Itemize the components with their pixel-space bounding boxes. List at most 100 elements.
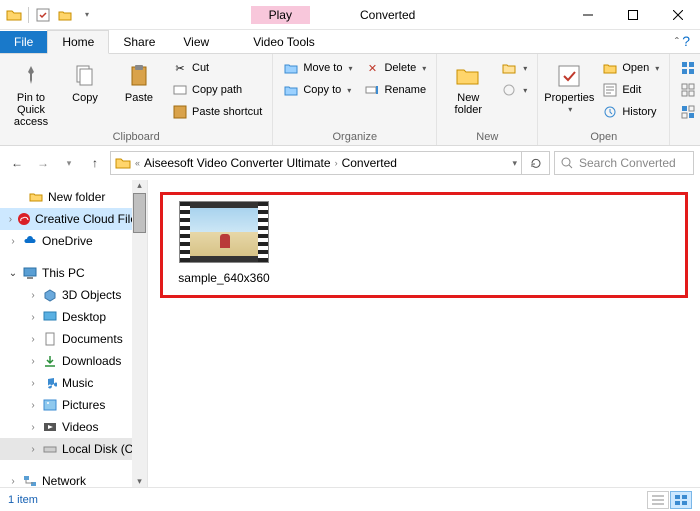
pin-icon: [17, 62, 45, 90]
properties-icon: [555, 62, 583, 90]
tree-item[interactable]: ›Music: [0, 372, 147, 394]
details-view-button[interactable]: [647, 491, 669, 509]
tree-item[interactable]: ›Pictures: [0, 394, 147, 416]
invert-selection-button[interactable]: Invert selection: [676, 102, 700, 122]
ribbon-tabs: File Home Share View Video Tools ˆ ?: [0, 30, 700, 54]
tree-item-network[interactable]: ›Network: [0, 470, 147, 487]
status-text: 1 item: [8, 494, 38, 506]
invert-icon: [680, 104, 696, 120]
desktop-icon: [42, 309, 58, 325]
nav-scrollbar[interactable]: ▴ ▾: [132, 180, 147, 487]
qat-dropdown-icon[interactable]: ▾: [79, 7, 95, 23]
open-icon: [602, 60, 618, 76]
tree-item-this-pc[interactable]: ⌄This PC: [0, 262, 147, 284]
breadcrumb[interactable]: « Aiseesoft Video Converter Ultimate› Co…: [110, 151, 522, 175]
search-input[interactable]: Search Converted: [554, 151, 694, 175]
tab-video-tools[interactable]: Video Tools: [239, 31, 329, 53]
new-item-icon: [501, 60, 517, 76]
copy-path-icon: [172, 82, 188, 98]
content-pane[interactable]: sample_640x360: [148, 180, 700, 487]
edit-button[interactable]: Edit: [598, 80, 663, 100]
drive-icon: [42, 441, 58, 457]
tab-share[interactable]: Share: [109, 31, 169, 53]
new-item-button[interactable]: ▾: [497, 58, 531, 78]
new-folder-button[interactable]: New folder: [443, 58, 493, 116]
pin-to-quick-access-button[interactable]: Pin to Quick access: [6, 58, 56, 128]
select-none-icon: [680, 82, 696, 98]
thumbnails-view-button[interactable]: [670, 491, 692, 509]
network-icon: [22, 473, 38, 487]
minimize-button[interactable]: [565, 0, 610, 30]
open-button[interactable]: Open▾: [598, 58, 663, 78]
new-folder-icon: [454, 62, 482, 90]
cloud-icon: [22, 233, 38, 249]
history-icon: [602, 104, 618, 120]
downloads-icon: [42, 353, 58, 369]
maximize-button[interactable]: [610, 0, 655, 30]
breadcrumb-segment[interactable]: Aiseesoft Video Converter Ultimate›: [144, 156, 338, 170]
ribbon: Pin to Quick access Copy Paste ✂Cut Copy…: [0, 54, 700, 146]
folder-icon: [28, 189, 44, 205]
tree-item-creative-cloud[interactable]: ›Creative Cloud Files: [0, 208, 147, 230]
address-bar: ← → ▾ ↑ « Aiseesoft Video Converter Ulti…: [0, 146, 700, 180]
tree-item[interactable]: ›Downloads: [0, 350, 147, 372]
tree-item[interactable]: ›3D Objects: [0, 284, 147, 306]
window-title: Converted: [360, 8, 415, 22]
creative-cloud-icon: [17, 211, 31, 227]
paste-shortcut-button[interactable]: Paste shortcut: [168, 102, 266, 122]
collapse-ribbon-icon[interactable]: ˆ ?: [665, 29, 700, 53]
close-button[interactable]: [655, 0, 700, 30]
tree-item-local-disk[interactable]: ›Local Disk (C:): [0, 438, 147, 460]
folder-icon: [115, 155, 131, 171]
delete-button[interactable]: ✕Delete▾: [360, 58, 430, 78]
tab-file[interactable]: File: [0, 31, 47, 53]
tab-view[interactable]: View: [169, 31, 223, 53]
navigation-pane: New folder ›Creative Cloud Files ›OneDri…: [0, 180, 148, 487]
copy-to-button[interactable]: Copy to▾: [279, 80, 356, 100]
history-button[interactable]: History: [598, 102, 663, 122]
refresh-button[interactable]: [522, 151, 550, 175]
group-select: Select all Select none Invert selection …: [670, 54, 700, 145]
status-bar: 1 item: [0, 487, 700, 511]
quick-access-toolbar: ▾: [0, 7, 101, 23]
select-none-button[interactable]: Select none: [676, 80, 700, 100]
paste-button[interactable]: Paste: [114, 58, 164, 104]
tree-item[interactable]: ›Videos: [0, 416, 147, 438]
tree-item[interactable]: ›Desktop: [0, 306, 147, 328]
tree-item[interactable]: ›Documents: [0, 328, 147, 350]
breadcrumb-segment[interactable]: Converted: [342, 156, 397, 170]
edit-icon: [602, 82, 618, 98]
copy-icon: [71, 62, 99, 90]
forward-button[interactable]: →: [32, 152, 54, 174]
contextual-tab-group: Play: [251, 6, 310, 24]
back-button[interactable]: ←: [6, 152, 28, 174]
copy-path-button[interactable]: Copy path: [168, 80, 266, 100]
copy-button[interactable]: Copy: [60, 58, 110, 104]
move-to-button[interactable]: Move to▾: [279, 58, 356, 78]
music-icon: [42, 375, 58, 391]
scissors-icon: ✂: [172, 60, 188, 76]
cut-button[interactable]: ✂Cut: [168, 58, 266, 78]
breadcrumb-dropdown-icon[interactable]: ▾: [512, 158, 517, 169]
tree-item-onedrive[interactable]: ›OneDrive: [0, 230, 147, 252]
group-clipboard: Pin to Quick access Copy Paste ✂Cut Copy…: [0, 54, 273, 145]
easy-access-icon: [501, 82, 517, 98]
select-all-button[interactable]: Select all: [676, 58, 700, 78]
rename-button[interactable]: Rename: [360, 80, 430, 100]
easy-access-button[interactable]: ▾: [497, 80, 531, 100]
properties-icon[interactable]: [35, 7, 51, 23]
tree-item-new-folder[interactable]: New folder: [0, 186, 147, 208]
file-name: sample_640x360: [169, 271, 279, 285]
recent-locations-button[interactable]: ▾: [58, 152, 80, 174]
up-button[interactable]: ↑: [84, 152, 106, 174]
delete-icon: ✕: [364, 60, 380, 76]
search-icon: [561, 157, 573, 169]
tab-home[interactable]: Home: [47, 30, 109, 54]
rename-icon: [364, 82, 380, 98]
properties-button[interactable]: Properties▾: [544, 58, 594, 115]
video-thumbnail: [179, 201, 269, 263]
title-bar: ▾ Play Converted: [0, 0, 700, 30]
folder-small-icon[interactable]: [57, 7, 73, 23]
file-item[interactable]: sample_640x360: [169, 201, 279, 285]
group-open: Properties▾ Open▾ Edit History Open: [538, 54, 670, 145]
